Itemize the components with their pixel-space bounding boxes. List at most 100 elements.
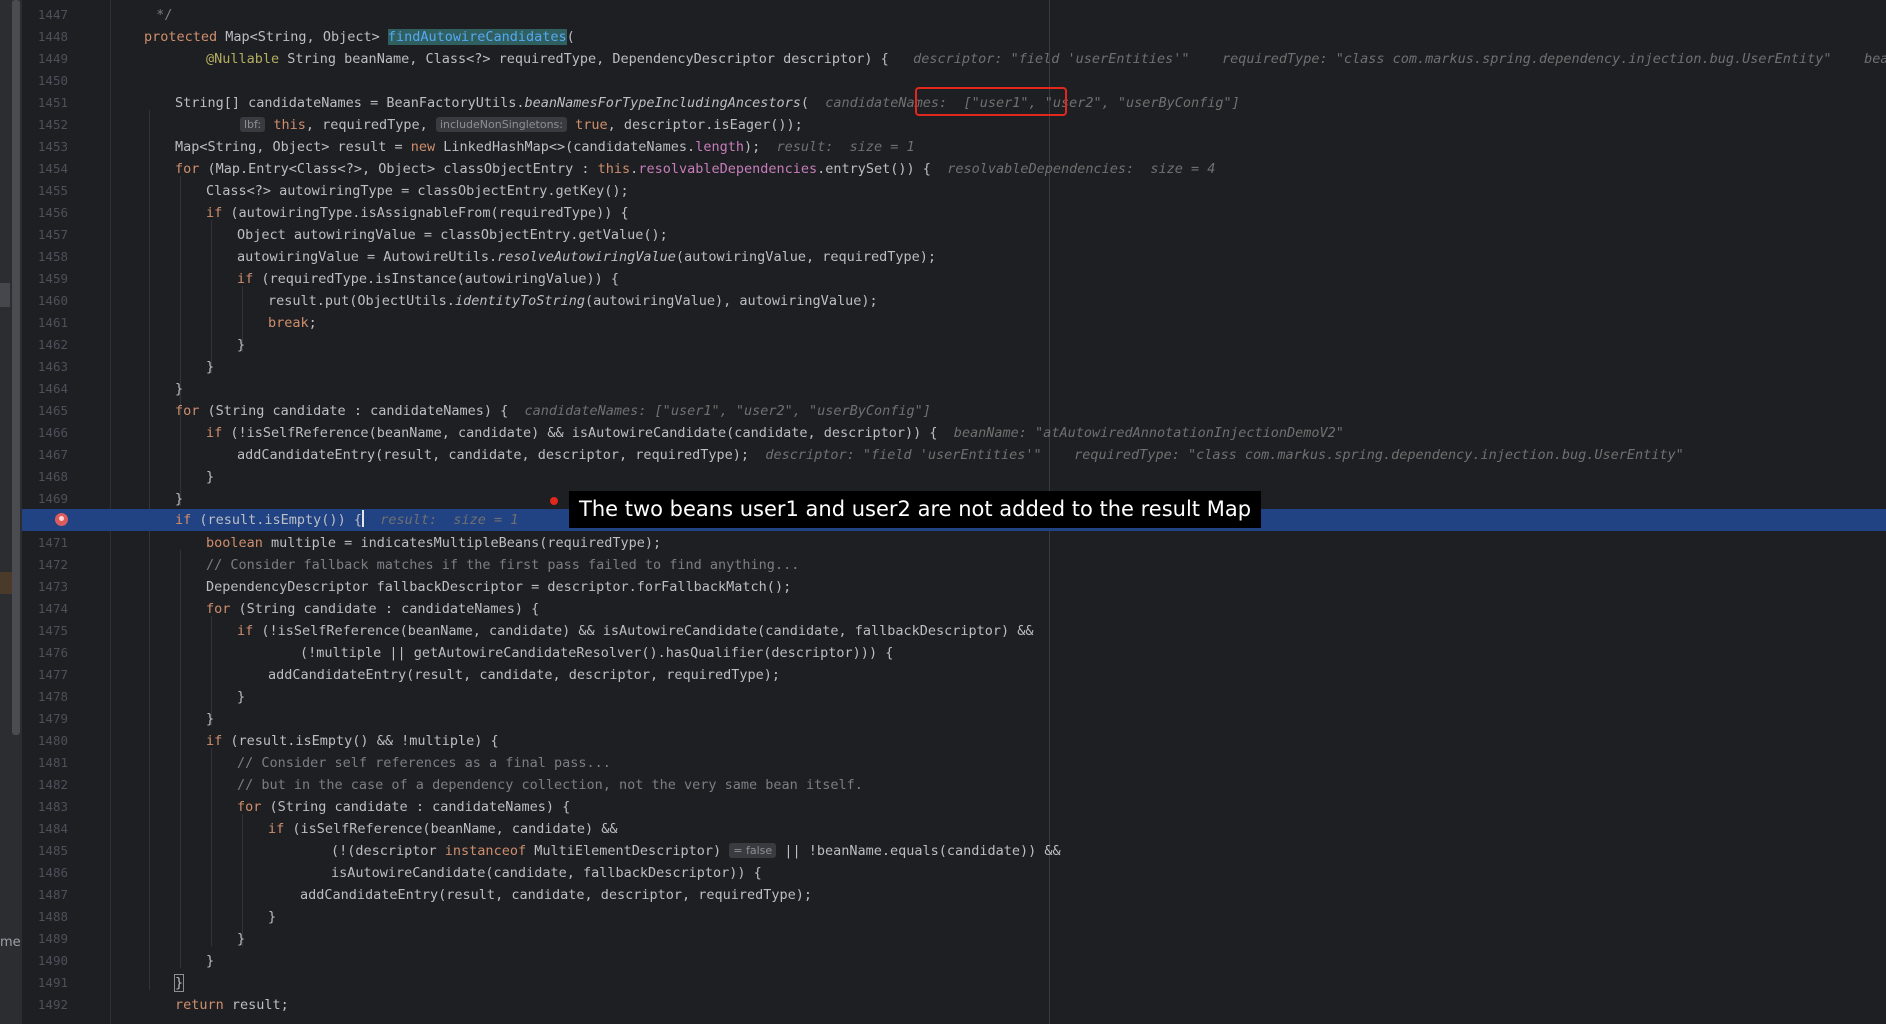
keyword: break — [268, 315, 309, 331]
code-line[interactable]: 1472 // Consider fallback matches if the … — [0, 554, 1886, 576]
line-number: 1448 — [37, 29, 68, 44]
code-text: MultiElementDescriptor) — [526, 843, 722, 859]
keyword: for — [175, 161, 200, 177]
keyword: if — [237, 271, 254, 287]
code-text: (!multiple || getAutowireCandidateResolv… — [300, 645, 894, 661]
code-line[interactable]: 1465 for (String candidate : candidateNam… — [0, 400, 1886, 422]
code-text: (Map.Entry<Class<?>, Object> classObject… — [199, 161, 598, 177]
code-line[interactable]: 1477 addCandidateEntry(result, candidate,… — [0, 664, 1886, 686]
line-number: 1489 — [37, 931, 68, 946]
inline-value-pill: = false — [729, 843, 777, 858]
line-number: 1485 — [37, 843, 68, 858]
code-text: (String candidate : candidateNames) { — [261, 799, 571, 815]
closing-brace: } — [237, 689, 246, 705]
code-line[interactable]: 1467 addCandidateEntry(result, candidate,… — [0, 444, 1886, 466]
code-line[interactable]: 1486 isAutowireCandidate(candidate, fallb… — [0, 862, 1886, 884]
keyword: if — [268, 821, 285, 837]
code-line[interactable]: 1468} — [0, 466, 1886, 488]
code-line[interactable]: 1458 autowiringValue = AutowireUtils.reso… — [0, 246, 1886, 268]
code-line[interactable]: 1460 result.put(ObjectUtils.identityToStr… — [0, 290, 1886, 312]
comment: // Consider self references as a final p… — [237, 755, 611, 771]
code-line[interactable]: 1463} — [0, 356, 1886, 378]
code-line[interactable]: 1478} — [0, 686, 1886, 708]
keyword: boolean — [206, 535, 263, 551]
code-line[interactable]: 1487 addCandidateEntry(result, candidate,… — [0, 884, 1886, 906]
static-method: identityToString — [454, 293, 585, 309]
keyword: if — [206, 205, 223, 221]
keyword: protected — [144, 29, 218, 45]
code-text: Map<String, Object> result = — [175, 139, 411, 155]
code-line[interactable]: 1474 for (String candidate : candidateNam… — [0, 598, 1886, 620]
code-line[interactable]: 1471 boolean multiple = indicatesMultiple… — [0, 532, 1886, 554]
code-line[interactable]: 1473 DependencyDescriptor fallbackDescrip… — [0, 576, 1886, 598]
code-line[interactable]: 1481 // Consider self references as a fin… — [0, 752, 1886, 774]
code-line[interactable]: 1492 return result; — [0, 994, 1886, 1016]
code-line[interactable]: 1457 Object autowiringValue = classObject… — [0, 224, 1886, 246]
code-line[interactable]: 1476 (!multiple || getAutowireCandidateRe… — [0, 642, 1886, 664]
code-line[interactable]: 1466 if (!isSelfReference(beanName, candi… — [0, 422, 1886, 444]
code-line[interactable]: 1482 // but in the case of a dependency c… — [0, 774, 1886, 796]
code-line[interactable]: 1488} — [0, 906, 1886, 928]
code-text: isAutowireCandidate(candidate, fallbackD… — [331, 865, 762, 881]
closing-brace: } — [175, 381, 184, 397]
line-number: 1490 — [37, 953, 68, 968]
keyword: if — [206, 733, 223, 749]
code-text: String beanName, Class<?> requiredType, … — [279, 51, 889, 67]
closing-brace: } — [206, 953, 215, 969]
closing-brace: } — [175, 491, 184, 507]
field: resolvableDependencies — [638, 161, 818, 177]
keyword: return — [175, 997, 224, 1013]
code-text: (requiredType.isInstance(autowiringValue… — [253, 271, 620, 287]
code-line[interactable]: 1485 (!(descriptor instanceof MultiElemen… — [0, 840, 1886, 862]
code-line[interactable]: 1456 if (autowiringType.isAssignableFrom(… — [0, 202, 1886, 224]
highlight-box — [915, 87, 1067, 116]
code-text: autowiringValue = AutowireUtils. — [237, 249, 498, 265]
code-text: result; — [223, 997, 289, 1013]
code-line[interactable]: 1483 for (String candidate : candidateNam… — [0, 796, 1886, 818]
code-text: LinkedHashMap<>(candidateNames. — [435, 139, 696, 155]
code-line[interactable]: 1475 if (!isSelfReference(beanName, candi… — [0, 620, 1886, 642]
line-number: 1451 — [37, 95, 68, 110]
debug-inline-value: resolvableDependencies: size = 4 — [947, 161, 1216, 177]
code-text: multiple = indicatesMultipleBeans(requir… — [262, 535, 662, 551]
code-text: || !beanName.equals(candidate)) && — [776, 843, 1061, 859]
breakpoint-icon[interactable] — [55, 513, 68, 526]
method-name-highlight[interactable]: findAutowireCandidates — [387, 29, 567, 45]
line-number: 1487 — [37, 887, 68, 902]
code-line[interactable]: 1453 Map<String, Object> result = new Lin… — [0, 136, 1886, 158]
code-line[interactable]: 1447 */ — [0, 4, 1886, 26]
line-number: 1453 — [37, 139, 68, 154]
code-line[interactable]: 1484 if (isSelfReference(beanName, candid… — [0, 818, 1886, 840]
line-number: 1479 — [37, 711, 68, 726]
code-line[interactable]: 1464} — [0, 378, 1886, 400]
code-line[interactable]: 1489} — [0, 928, 1886, 950]
line-number: 1491 — [37, 975, 68, 990]
code-line[interactable]: 1448 protected Map<String, Object> findAu… — [0, 26, 1886, 48]
code-line[interactable]: 1490} — [0, 950, 1886, 972]
keyword: if — [206, 425, 223, 441]
code-line[interactable]: 1461 break; — [0, 312, 1886, 334]
code-line[interactable]: 1491} — [0, 972, 1886, 994]
line-number: 1458 — [37, 249, 68, 264]
code-line[interactable]: 1480 if (result.isEmpty() && !multiple) { — [0, 730, 1886, 752]
line-number: 1488 — [37, 909, 68, 924]
keyword: for — [206, 601, 231, 617]
line-number: 1478 — [37, 689, 68, 704]
code-text: ( — [566, 29, 575, 45]
line-number: 1467 — [37, 447, 68, 462]
code-line[interactable]: 1459 if (requiredType.isInstance(autowiri… — [0, 268, 1886, 290]
keyword: if — [237, 623, 254, 639]
line-number: 1472 — [37, 557, 68, 572]
closing-brace: } — [206, 469, 215, 485]
line-number: 1455 — [37, 183, 68, 198]
code-line[interactable]: 1454 for (Map.Entry<Class<?>, Object> cla… — [0, 158, 1886, 180]
closing-brace: } — [206, 359, 215, 375]
code-line[interactable]: 1449 @Nullable String beanName, Class<?> … — [0, 48, 1886, 70]
line-number: 1463 — [37, 359, 68, 374]
code-line[interactable]: 1479} — [0, 708, 1886, 730]
line-number: 1464 — [37, 381, 68, 396]
code-line[interactable]: 1455 Class<?> autowiringType = classObjec… — [0, 180, 1886, 202]
code-line[interactable]: 1452 lbf: this, requiredType, includeNonS… — [0, 114, 1886, 136]
code-line[interactable]: 1462} — [0, 334, 1886, 356]
code-text: String[] candidateNames = BeanFactoryUti… — [175, 95, 525, 111]
